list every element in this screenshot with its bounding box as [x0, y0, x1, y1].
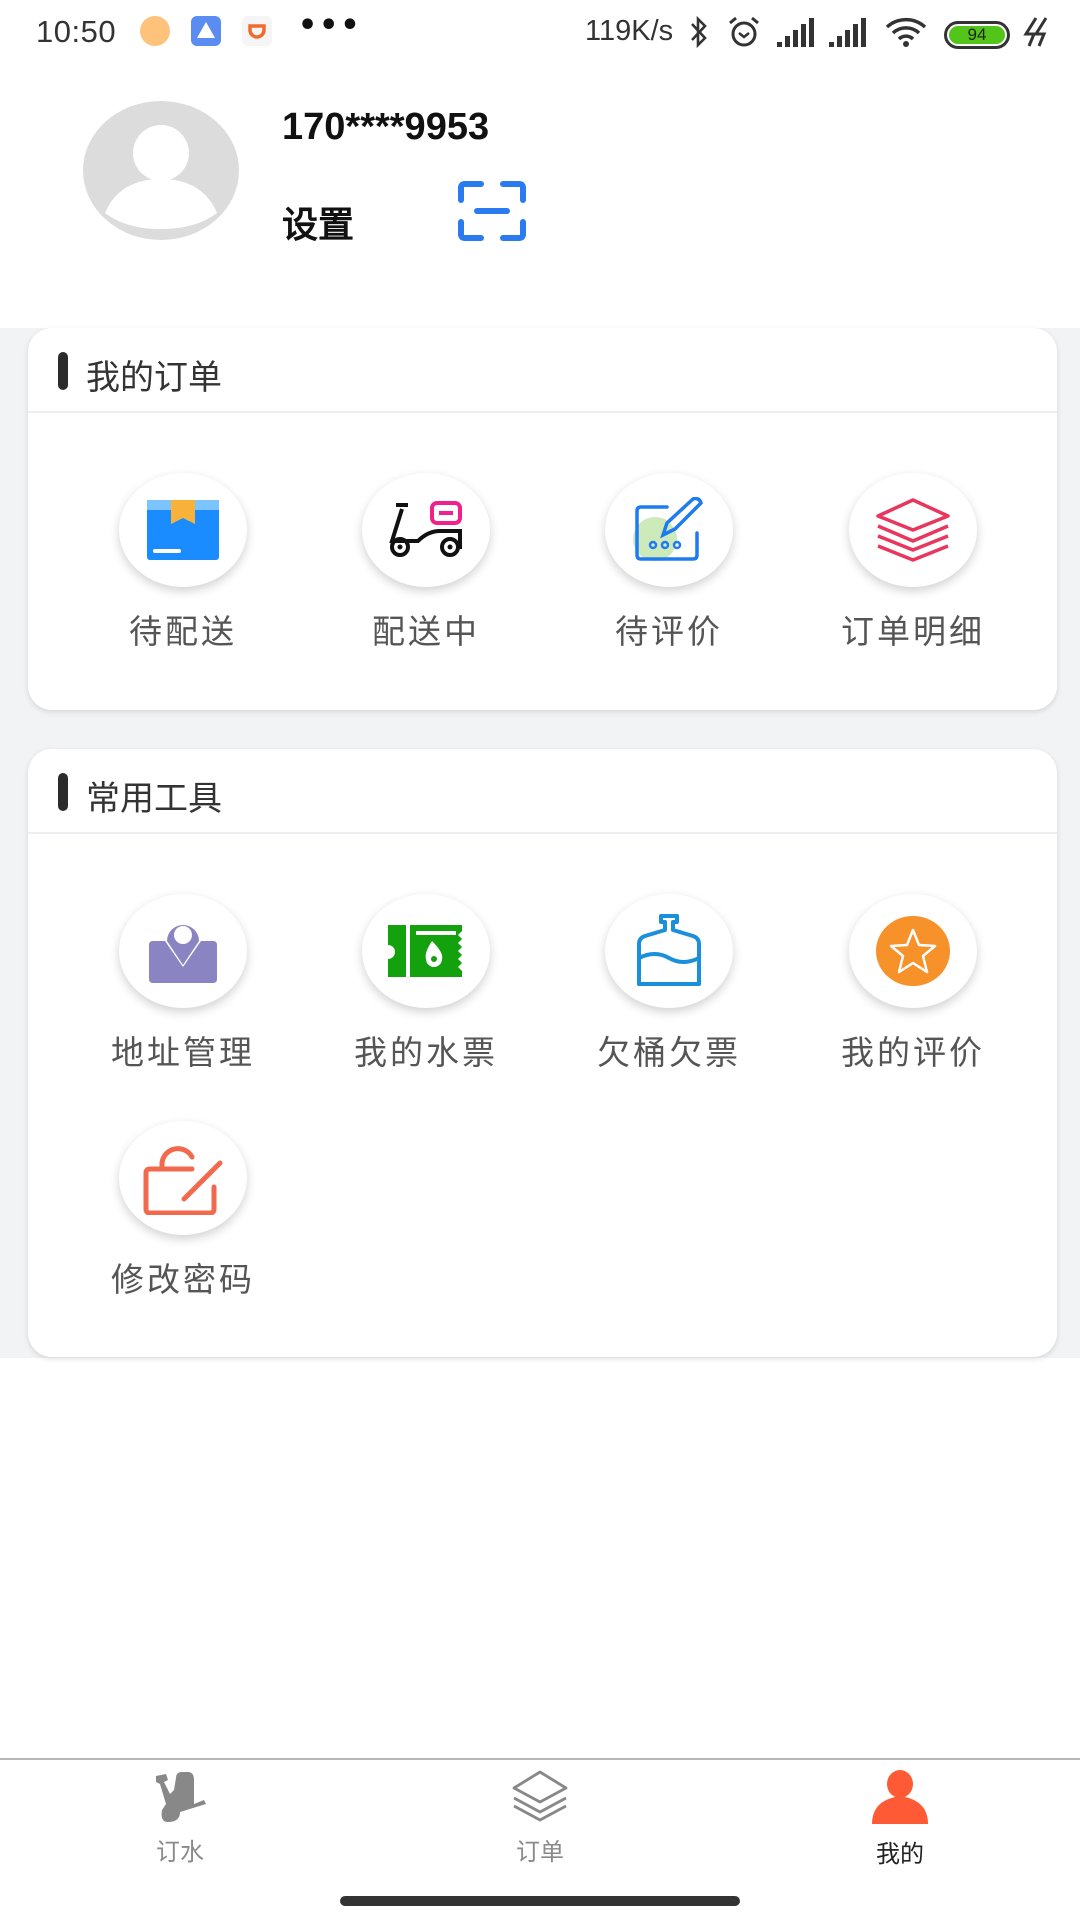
bluetooth-icon	[688, 14, 710, 54]
item-label: 配送中	[372, 612, 480, 651]
tab-order-water[interactable]: 订水	[80, 1770, 280, 1867]
common-tools-card: 常用工具 地址管理 我的水票 欠桶欠票 我的评价 修改密码	[28, 749, 1057, 1357]
lock-edit-icon	[143, 1146, 223, 1215]
tab-bar-divider	[0, 1758, 1080, 1760]
more-notifications-icon: •••	[298, 8, 362, 43]
network-speed: 119K/s	[585, 15, 674, 47]
tab-orders[interactable]: 订单	[440, 1770, 640, 1867]
title-accent-bar	[58, 773, 68, 811]
item-label: 订单明细	[841, 612, 985, 651]
order-in-delivery[interactable]: 配送中	[326, 473, 526, 653]
change-password[interactable]: 修改密码	[83, 1121, 283, 1301]
item-label: 我的评价	[841, 1033, 985, 1072]
scan-icon	[458, 181, 526, 241]
layers-icon	[876, 498, 950, 562]
item-label: 修改密码	[111, 1260, 255, 1299]
address-management[interactable]: 地址管理	[83, 894, 283, 1074]
battery-level: 94	[949, 26, 1005, 44]
signal-icon-2	[828, 14, 868, 54]
card-title: 常用工具	[86, 779, 222, 819]
owed-buckets-tickets[interactable]: 欠桶欠票	[569, 894, 769, 1074]
card-header: 我的订单	[28, 328, 1057, 413]
charging-icon	[1020, 14, 1050, 54]
item-label: 我的水票	[354, 1033, 498, 1072]
location-map-icon	[149, 925, 217, 983]
tab-label: 我的	[876, 1840, 924, 1868]
order-details[interactable]: 订单明细	[813, 473, 1013, 653]
tab-label: 订水	[156, 1838, 204, 1866]
card-title: 我的订单	[86, 358, 222, 398]
settings-link[interactable]: 设置	[282, 196, 354, 248]
order-pending-review[interactable]: 待评价	[569, 473, 769, 653]
wifi-icon	[884, 14, 928, 54]
card-header: 常用工具	[28, 749, 1057, 834]
water-bucket-icon	[637, 914, 701, 986]
home-indicator[interactable]	[340, 1896, 740, 1906]
person-icon	[872, 1770, 928, 1824]
item-label: 待评价	[615, 612, 723, 651]
water-delivery-icon	[156, 1772, 206, 1822]
battery-indicator: 94	[944, 21, 1010, 49]
my-reviews[interactable]: 我的评价	[813, 894, 1013, 1074]
item-label: 地址管理	[111, 1033, 255, 1072]
alarm-icon	[726, 14, 762, 54]
tab-label: 订单	[516, 1838, 564, 1866]
my-orders-card: 我的订单 待配送 配送中 待评价 订单明细	[28, 328, 1057, 710]
pet-app-icon	[140, 16, 170, 46]
water-ticket-icon	[388, 925, 462, 977]
signal-icon-1	[776, 14, 816, 54]
package-box-icon	[147, 500, 219, 560]
order-pending-delivery[interactable]: 待配送	[83, 473, 283, 653]
person-silhouette-icon	[105, 125, 217, 229]
title-accent-bar	[58, 352, 68, 390]
tab-mine[interactable]: 我的	[800, 1770, 1000, 1869]
status-time: 10:50	[36, 14, 117, 49]
phone-number: 170****9953	[282, 106, 490, 148]
scan-button[interactable]	[457, 180, 527, 242]
status-bar: 10:50 ••• 119K/s 94	[0, 0, 1080, 66]
scooter-icon	[389, 501, 462, 557]
star-icon	[876, 916, 950, 986]
layers-icon	[512, 1770, 568, 1822]
didi-app-icon	[242, 16, 272, 46]
blue-triangle-app-icon	[191, 16, 221, 46]
avatar[interactable]	[83, 101, 239, 240]
my-water-tickets[interactable]: 我的水票	[326, 894, 526, 1074]
item-label: 待配送	[129, 612, 237, 651]
item-label: 欠桶欠票	[597, 1033, 741, 1072]
review-edit-icon	[633, 497, 704, 561]
